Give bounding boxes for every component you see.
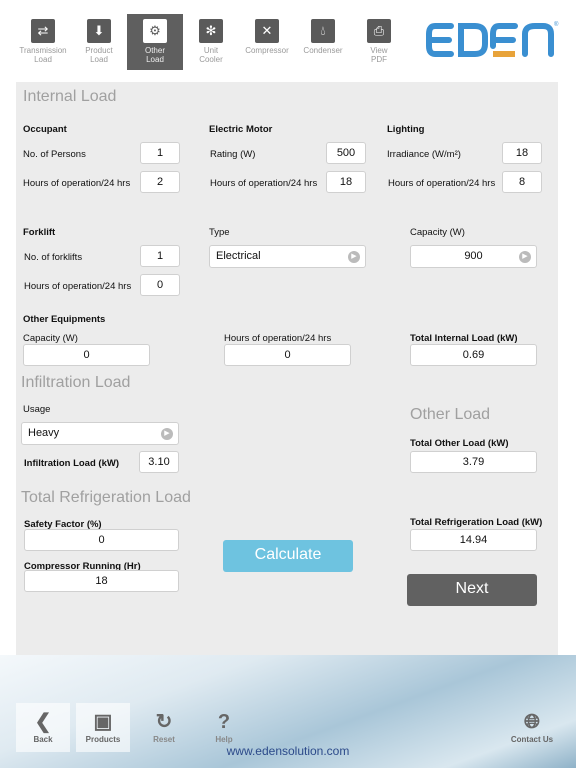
lighting-title: Lighting bbox=[387, 124, 425, 135]
tab-label: Unit bbox=[203, 46, 219, 55]
eden-logo: ® bbox=[425, 18, 560, 62]
reset-label: Reset bbox=[153, 735, 175, 744]
tab-label: Load bbox=[90, 55, 108, 64]
irradiance-label: Irradiance (W/m²) bbox=[387, 149, 461, 160]
box-download-icon: ⬇ bbox=[87, 19, 111, 43]
question-icon: ? bbox=[217, 711, 231, 733]
compressor-running-input[interactable]: 18 bbox=[24, 570, 179, 592]
tab-label: Compressor bbox=[245, 46, 289, 55]
safety-input[interactable]: 0 bbox=[24, 529, 179, 551]
tab-label: Transmission bbox=[19, 46, 67, 55]
irradiance-input[interactable]: 18 bbox=[502, 142, 542, 164]
tab-label: Load bbox=[34, 55, 52, 64]
tab-product-load[interactable]: ⬇ Product Load bbox=[71, 14, 127, 70]
tab-label: Condenser bbox=[303, 46, 343, 55]
total-refrigeration-value: 14.94 bbox=[410, 529, 537, 551]
total-internal-label: Total Internal Load (kW) bbox=[410, 333, 518, 344]
occupant-title: Occupant bbox=[23, 124, 67, 135]
tab-transmission-load[interactable]: ⇄ Transmission Load bbox=[15, 14, 71, 70]
motor-hours-label: Hours of operation/24 hrs bbox=[210, 178, 318, 189]
usage-select[interactable]: Heavy ▶ bbox=[21, 422, 179, 445]
tab-other-load[interactable]: ⚙ Other Load bbox=[127, 14, 183, 70]
usage-label: Usage bbox=[23, 404, 51, 415]
globe-icon: 🌐︎ bbox=[524, 711, 540, 733]
back-label: Back bbox=[33, 735, 53, 744]
calculate-button[interactable]: Calculate bbox=[223, 540, 353, 572]
total-internal-value: 0.69 bbox=[410, 344, 537, 366]
equip-capacity-input[interactable]: 0 bbox=[23, 344, 150, 366]
box-compress-icon: ✕ bbox=[255, 19, 279, 43]
tab-label: Load bbox=[146, 55, 164, 64]
products-label: Products bbox=[85, 735, 121, 744]
other-equip-title: Other Equipments bbox=[23, 314, 106, 325]
svg-text:®: ® bbox=[554, 21, 559, 28]
chevron-left-icon: ❮ bbox=[34, 711, 52, 733]
forklift-title: Forklift bbox=[23, 227, 56, 238]
capacity-label: Capacity (W) bbox=[410, 227, 465, 238]
total-other-value: 3.79 bbox=[410, 451, 537, 473]
tab-label: PDF bbox=[371, 55, 387, 64]
infiltration-load-label: Infiltration Load (kW) bbox=[24, 458, 119, 469]
products-icon: ▣ bbox=[93, 711, 113, 733]
usage-value: Heavy bbox=[28, 427, 60, 439]
forklift-hours-label: Hours of operation/24 hrs bbox=[24, 281, 132, 292]
persons-input[interactable]: 1 bbox=[140, 142, 180, 164]
capacity-value: 900 bbox=[464, 250, 483, 262]
lighting-hours-input[interactable]: 8 bbox=[502, 171, 542, 193]
rating-label: Rating (W) bbox=[210, 149, 256, 160]
tab-unit-cooler[interactable]: ✻ Unit Cooler bbox=[183, 14, 239, 70]
play-icon: ▶ bbox=[348, 251, 360, 263]
box-arrows-icon: ⇄ bbox=[31, 19, 55, 43]
contact-label: Contact Us bbox=[510, 735, 554, 744]
tab-label: View bbox=[370, 46, 388, 55]
rating-input[interactable]: 500 bbox=[326, 142, 366, 164]
total-other-label: Total Other Load (kW) bbox=[410, 438, 509, 449]
equip-hours-label: Hours of operation/24 hrs bbox=[224, 333, 332, 344]
tab-label: Other bbox=[144, 46, 165, 55]
forklift-count-input[interactable]: 1 bbox=[140, 245, 180, 267]
section-title-refrigeration: Total Refrigeration Load bbox=[21, 489, 191, 506]
play-icon: ▶ bbox=[161, 428, 173, 440]
motor-hours-input[interactable]: 18 bbox=[326, 171, 366, 193]
equip-hours-input[interactable]: 0 bbox=[224, 344, 351, 366]
capacity-select[interactable]: 900 ▶ bbox=[410, 245, 537, 268]
website-link[interactable]: www.edensolution.com bbox=[0, 744, 576, 758]
printer-icon: ⎙ bbox=[367, 19, 391, 43]
total-refrigeration-label: Total Refrigeration Load (kW) bbox=[410, 517, 543, 528]
section-title-infiltration: Infiltration Load bbox=[21, 374, 131, 391]
tab-view-pdf[interactable]: ⎙ View PDF bbox=[351, 14, 407, 70]
section-title-other: Other Load bbox=[410, 406, 491, 423]
section-title-internal: Internal Load bbox=[23, 88, 117, 105]
reset-icon: ↻ bbox=[155, 711, 173, 733]
forklift-count-label: No. of forklifts bbox=[24, 252, 83, 263]
equip-capacity-label: Capacity (W) bbox=[23, 333, 78, 344]
play-icon: ▶ bbox=[519, 251, 531, 263]
box-fan-icon: ✻ bbox=[199, 19, 223, 43]
occupant-hours-input[interactable]: 2 bbox=[140, 171, 180, 193]
box-gears-icon: ⚙ bbox=[143, 19, 167, 43]
tab-condenser[interactable]: 💧︎ Condenser bbox=[295, 14, 351, 70]
type-label: Type bbox=[209, 227, 230, 238]
type-value: Electrical bbox=[216, 250, 261, 262]
lighting-hours-label: Hours of operation/24 hrs bbox=[388, 178, 496, 189]
persons-label: No. of Persons bbox=[23, 149, 86, 160]
help-label: Help bbox=[215, 735, 233, 744]
box-drops-icon: 💧︎ bbox=[311, 19, 335, 43]
occupant-hours-label: Hours of operation/24 hrs bbox=[23, 178, 131, 189]
tab-compressor[interactable]: ✕ Compressor bbox=[239, 14, 295, 70]
motor-title: Electric Motor bbox=[209, 124, 273, 135]
tab-label: Product bbox=[85, 46, 113, 55]
tab-label: Cooler bbox=[199, 55, 223, 64]
infiltration-load-value: 3.10 bbox=[139, 451, 179, 473]
next-button[interactable]: Next bbox=[407, 574, 537, 606]
type-select[interactable]: Electrical ▶ bbox=[209, 245, 366, 268]
forklift-hours-input[interactable]: 0 bbox=[140, 274, 180, 296]
